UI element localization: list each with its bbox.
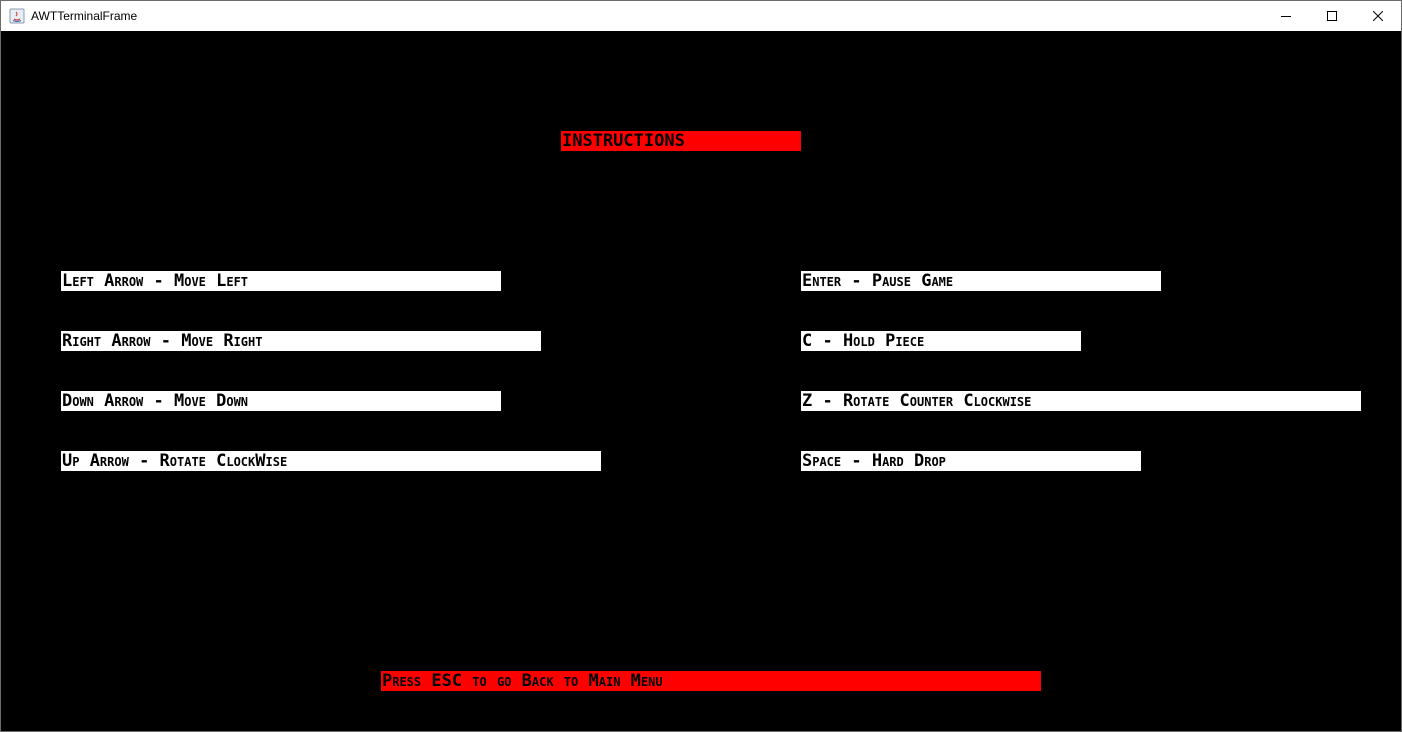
- control-enter: Enter - Pause Game: [801, 271, 1161, 291]
- title-bar[interactable]: AWTTerminalFrame: [1, 1, 1401, 31]
- control-up-arrow: Up Arrow - Rotate ClockWise: [61, 451, 601, 471]
- java-app-icon: [9, 8, 25, 24]
- instructions-heading: INSTRUCTIONS: [561, 131, 801, 151]
- app-window: AWTTerminalFrame INSTRUCTIONS Left Arrow…: [0, 0, 1402, 732]
- close-button[interactable]: [1355, 1, 1401, 31]
- terminal-canvas[interactable]: INSTRUCTIONS Left Arrow - Move Left Righ…: [1, 31, 1401, 731]
- control-down-arrow: Down Arrow - Move Down: [61, 391, 501, 411]
- control-space: Space - Hard Drop: [801, 451, 1141, 471]
- back-to-menu-hint: Press ESC to go Back to Main Menu: [381, 671, 1041, 691]
- minimize-button[interactable]: [1263, 1, 1309, 31]
- close-icon: [1373, 11, 1383, 21]
- maximize-button[interactable]: [1309, 1, 1355, 31]
- control-right-arrow: Right Arrow - Move Right: [61, 331, 541, 351]
- minimize-icon: [1281, 16, 1291, 17]
- maximize-icon: [1327, 11, 1337, 21]
- control-c: C - Hold Piece: [801, 331, 1081, 351]
- window-title: AWTTerminalFrame: [31, 9, 138, 23]
- control-z: Z - Rotate Counter Clockwise: [801, 391, 1361, 411]
- control-left-arrow: Left Arrow - Move Left: [61, 271, 501, 291]
